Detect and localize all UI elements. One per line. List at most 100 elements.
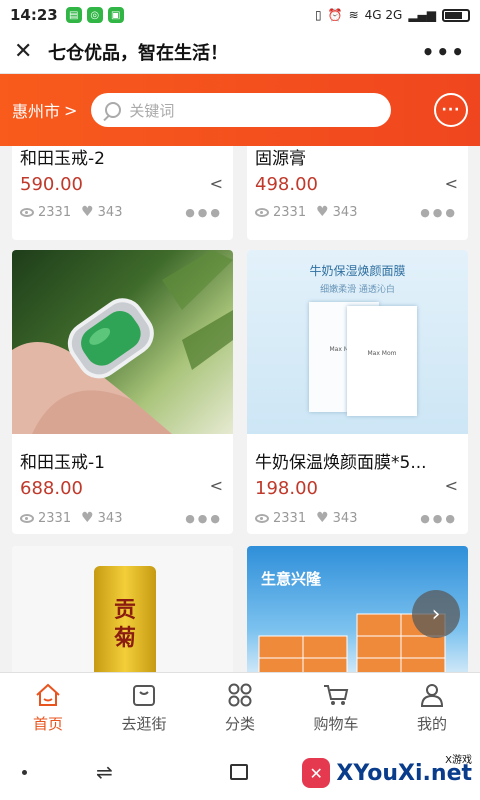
tab-label: 我的 bbox=[416, 715, 447, 733]
views-icon bbox=[255, 207, 269, 217]
city-selector[interactable]: 惠州市 > bbox=[12, 98, 77, 122]
product-stats: 2331 ♥ 343 bbox=[255, 204, 357, 220]
product-name: 牛奶保温焕颜面膜*5... bbox=[255, 453, 427, 473]
product-price: 498.00 bbox=[255, 174, 318, 195]
product-price: 198.00 bbox=[255, 478, 318, 499]
tab-label: 去逛街 bbox=[121, 715, 167, 733]
product-stats: 2331 ♥ 343 bbox=[255, 510, 357, 526]
category-grid-icon bbox=[227, 683, 253, 707]
status-time: 14:23 bbox=[10, 6, 58, 24]
status-bar: 14:23 ▤ ◎ ▣ ▯ ⏰ ≋ 4G 2G ▂▄▆ bbox=[0, 0, 480, 30]
share-chevron-icon[interactable]: < bbox=[210, 476, 223, 495]
views-count: 2331 bbox=[38, 204, 72, 220]
search-placeholder: 关键词 bbox=[129, 101, 175, 120]
views-icon bbox=[20, 513, 34, 523]
tab-category[interactable]: 分类 bbox=[192, 673, 288, 744]
more-dots-icon[interactable]: ●●● bbox=[185, 206, 223, 219]
chevron-right-icon: > bbox=[64, 100, 78, 120]
tab-cart[interactable]: 购物车 bbox=[288, 673, 384, 744]
product-card[interactable]: 和田玉戒-2 590.00 < 2331 ♥ 343 ●●● bbox=[12, 146, 233, 240]
product-name: 和田玉戒-2 bbox=[20, 149, 105, 169]
mask-pack: Max Mom bbox=[347, 306, 417, 416]
likes-icon: ♥ bbox=[81, 204, 94, 220]
tab-label: 分类 bbox=[224, 715, 255, 733]
likes-icon: ♥ bbox=[81, 510, 94, 526]
product-card[interactable]: 固源膏 498.00 < 2331 ♥ 343 ●●● bbox=[247, 146, 468, 240]
views-count: 2331 bbox=[38, 510, 72, 526]
product-image bbox=[12, 250, 233, 434]
status-right: ▯ ⏰ ≋ 4G 2G ▂▄▆ bbox=[315, 8, 470, 22]
message-icon[interactable]: ··· bbox=[434, 93, 468, 127]
watermark-small: X游戏 bbox=[445, 754, 472, 766]
product-image: 贡 菊 bbox=[12, 546, 233, 672]
recent-apps-icon[interactable] bbox=[230, 764, 248, 780]
shopping-bag-icon bbox=[131, 683, 157, 707]
tab-label: 首页 bbox=[32, 715, 63, 733]
app-notification-icon: ▤ bbox=[65, 7, 82, 23]
share-chevron-icon[interactable]: < bbox=[210, 174, 223, 193]
mask-image-subtitle: 细嫩柔滑 通透沁白 bbox=[320, 285, 395, 295]
more-dots-icon[interactable]: ●●● bbox=[185, 512, 223, 525]
vibrate-icon: ▯ bbox=[315, 8, 322, 22]
wechat-notification-icon: ◎ bbox=[86, 7, 103, 23]
tea-can: 贡 菊 bbox=[94, 566, 156, 672]
share-chevron-icon[interactable]: < bbox=[445, 476, 458, 495]
product-name: 固源膏 bbox=[255, 149, 306, 169]
wifi-icon: ≋ bbox=[348, 8, 359, 22]
system-nav-bar: ⇌ ✕ X游戏 XYouXi.net bbox=[0, 744, 480, 800]
home-icon bbox=[35, 683, 61, 707]
more-dots-icon[interactable]: ●●● bbox=[420, 206, 458, 219]
can-text-2: 菊 bbox=[113, 626, 136, 651]
product-price: 590.00 bbox=[20, 174, 83, 195]
user-icon bbox=[419, 683, 445, 707]
alarm-icon: ⏰ bbox=[327, 8, 343, 22]
nav-dot-icon[interactable] bbox=[22, 770, 27, 775]
cart-icon bbox=[323, 683, 349, 707]
likes-icon: ♥ bbox=[316, 204, 329, 220]
jade-ring-image bbox=[12, 250, 233, 434]
views-icon bbox=[255, 513, 269, 523]
product-name: 和田玉戒-1 bbox=[20, 453, 105, 473]
back-swap-icon[interactable]: ⇌ bbox=[96, 760, 113, 784]
tab-label: 购物车 bbox=[313, 715, 359, 733]
scan-notification-icon: ▣ bbox=[107, 7, 124, 23]
more-menu-button[interactable]: ••• bbox=[422, 40, 466, 64]
product-card[interactable]: 贡 菊 bbox=[12, 546, 233, 672]
views-count: 2331 bbox=[273, 204, 307, 220]
views-icon bbox=[20, 207, 34, 217]
product-card[interactable]: 和田玉戒-1 688.00 < 2331 ♥ 343 ●●● bbox=[12, 250, 233, 534]
city-label: 惠州市 bbox=[12, 102, 61, 121]
product-image: 牛奶保湿焕颜面膜 细嫩柔滑 通透沁白 Max Mom Max Mom bbox=[247, 250, 468, 434]
header: 惠州市 > 关键词 ··· bbox=[0, 74, 480, 146]
search-icon bbox=[105, 102, 122, 118]
tab-profile[interactable]: 我的 bbox=[384, 673, 480, 744]
likes-count: 343 bbox=[97, 510, 123, 526]
signal-icon: ▂▄▆ bbox=[408, 8, 436, 22]
network-label: 4G 2G bbox=[364, 8, 403, 22]
watermark-logo-icon: ✕ bbox=[302, 758, 331, 788]
views-count: 2331 bbox=[273, 510, 307, 526]
watermark: ✕ X游戏 XYouXi.net bbox=[302, 750, 472, 796]
watermark-text: X游戏 XYouXi.net bbox=[336, 755, 472, 786]
mask-brand: Max Mom bbox=[367, 350, 397, 357]
likes-count: 343 bbox=[332, 510, 358, 526]
bottom-tab-bar: 首页 去逛街 分类 购物车 我的 bbox=[0, 672, 480, 744]
mask-image-title: 牛奶保湿焕颜面膜 bbox=[309, 264, 406, 278]
next-arrow-button[interactable]: › bbox=[412, 590, 460, 638]
share-chevron-icon[interactable]: < bbox=[445, 174, 458, 193]
page-title: 七仓优品，智在生活！ bbox=[48, 42, 228, 64]
tab-home[interactable]: 首页 bbox=[0, 673, 96, 744]
battery-icon bbox=[442, 8, 470, 22]
search-input[interactable]: 关键词 bbox=[91, 93, 392, 127]
title-bar: ✕ 七仓优品，智在生活！ ••• bbox=[0, 30, 480, 74]
close-icon[interactable]: ✕ bbox=[14, 39, 40, 64]
tab-browse[interactable]: 去逛街 bbox=[96, 673, 192, 744]
more-dots-icon[interactable]: ●●● bbox=[420, 512, 458, 525]
product-stats: 2331 ♥ 343 bbox=[20, 204, 122, 220]
product-price: 688.00 bbox=[20, 478, 83, 499]
likes-count: 343 bbox=[97, 204, 123, 220]
likes-icon: ♥ bbox=[316, 510, 329, 526]
product-card[interactable]: 牛奶保湿焕颜面膜 细嫩柔滑 通透沁白 Max Mom Max Mom 牛奶保温焕… bbox=[247, 250, 468, 534]
product-stats: 2331 ♥ 343 bbox=[20, 510, 122, 526]
product-grid: 和田玉戒-2 590.00 < 2331 ♥ 343 ●●● 固源膏 498.0… bbox=[0, 146, 480, 672]
